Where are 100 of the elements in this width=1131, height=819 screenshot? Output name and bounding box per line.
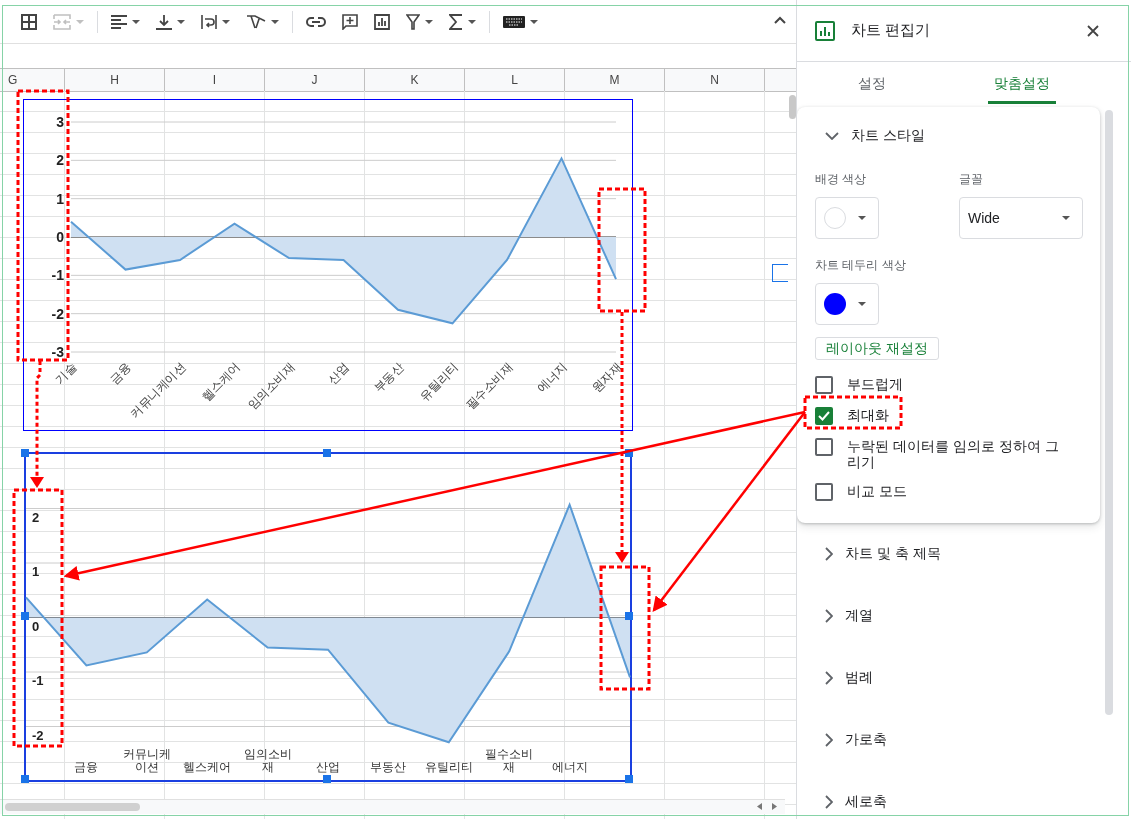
- filter-icon: [406, 13, 420, 30]
- caret-icon: [132, 19, 140, 24]
- reset-layout-button[interactable]: 레이아웃 재설정: [815, 337, 939, 360]
- area-chart[interactable]: -2 -1 0 1 2 금융 커뮤니케이션 헬스케어 임의소비재 산업 부동산 유틸리티 필수소비재 에너지: [24, 452, 632, 782]
- axis-label: 0: [32, 618, 40, 634]
- checkbox-label: 최대화: [847, 407, 890, 423]
- merge-cells-icon: [53, 13, 71, 30]
- axis-label: 금융: [106, 360, 134, 388]
- scrollbar[interactable]: [1105, 110, 1113, 715]
- caret-icon: [271, 19, 279, 24]
- axis-label: 커뮤니케이션: [121, 748, 172, 774]
- axis-label: 산업: [315, 761, 341, 774]
- panel-title: 차트 편집기: [851, 21, 932, 40]
- column-header[interactable]: M: [565, 69, 665, 91]
- scroll-right-icon[interactable]: [772, 803, 777, 810]
- resize-handle[interactable]: [21, 449, 29, 457]
- field-label: 글꼴: [959, 171, 984, 188]
- axis-label: 2: [32, 509, 40, 525]
- axis-label: -2: [32, 727, 44, 743]
- field-label: 차트 테두리 색상: [815, 257, 907, 274]
- align-bottom-icon: [156, 13, 172, 30]
- caret-icon: [425, 19, 433, 24]
- checkbox-label: 비교 모드: [847, 483, 908, 499]
- axis-label: 헬스케어: [182, 761, 233, 774]
- resize-handle[interactable]: [21, 612, 29, 620]
- section-header[interactable]: 차트 및 축 제목: [825, 523, 947, 585]
- axis-label: 임의소비재: [242, 748, 293, 774]
- caret-icon: [1062, 216, 1070, 220]
- caret-icon: [177, 19, 185, 24]
- caret-icon: [222, 19, 230, 24]
- comment-icon: [342, 13, 358, 30]
- section-header[interactable]: 계열: [825, 585, 879, 647]
- axis-label: -2: [51, 305, 64, 322]
- chart-icon: [815, 20, 835, 41]
- axis-label: -1: [51, 267, 64, 284]
- column-header[interactable]: G: [0, 69, 65, 91]
- tab[interactable]: 맞춤설정: [947, 62, 1097, 104]
- scrollbar[interactable]: [5, 803, 140, 811]
- chevron-right-icon: [825, 547, 833, 561]
- field-label: 배경 색상: [815, 171, 868, 188]
- font-dropdown[interactable]: Wide: [959, 197, 1083, 239]
- resize-handle[interactable]: [21, 775, 29, 783]
- tab[interactable]: 설정: [797, 62, 947, 104]
- collapse-toolbar-button[interactable]: [772, 14, 788, 26]
- resize-handle[interactable]: [323, 775, 331, 783]
- axis-label: 1: [32, 564, 40, 579]
- resize-handle[interactable]: [625, 449, 633, 457]
- checkbox[interactable]: [815, 483, 833, 501]
- section-header[interactable]: 가로축: [825, 709, 893, 771]
- section-header[interactable]: 차트 스타일: [815, 107, 931, 165]
- checkbox[interactable]: [815, 407, 833, 425]
- resize-handle[interactable]: [625, 775, 633, 783]
- chevron-down-icon: [825, 132, 839, 140]
- chevron-right-icon: [825, 671, 833, 685]
- axis-label: 2: [56, 152, 64, 169]
- checkbox-label: 누락된 데이터를 임의로 정하여 그리기: [847, 438, 1060, 470]
- check-icon: [818, 411, 830, 421]
- axis-label: 유틸리티: [423, 761, 474, 774]
- grid-icon: [21, 13, 37, 30]
- caret-icon: [858, 302, 866, 306]
- section-header[interactable]: 범례: [825, 647, 879, 709]
- close-icon: [1087, 24, 1099, 37]
- axis-label: 기술: [52, 360, 80, 388]
- chevron-right-icon: [825, 795, 833, 809]
- text-wrap-icon: [201, 13, 217, 30]
- column-header[interactable]: I: [165, 69, 265, 91]
- section-header[interactable]: 세로축: [825, 771, 893, 819]
- caret-icon: [530, 19, 538, 24]
- caret-icon: [76, 19, 84, 24]
- chevron-up-icon: [774, 16, 786, 24]
- resize-handle[interactable]: [323, 449, 331, 457]
- color-picker[interactable]: [815, 197, 879, 239]
- column-header[interactable]: K: [365, 69, 465, 91]
- color-picker[interactable]: [815, 283, 879, 325]
- checkbox-label: 부드럽게: [847, 376, 904, 392]
- link-icon: [306, 16, 326, 27]
- column-header[interactable]: J: [265, 69, 365, 91]
- axis-label: 필수소비재: [484, 748, 535, 774]
- axis-label: -3: [51, 344, 64, 360]
- align-left-icon: [111, 14, 127, 29]
- axis-label: 0: [56, 229, 64, 245]
- caret-icon: [858, 216, 866, 220]
- text-rotate-icon: [246, 13, 266, 30]
- resize-handle[interactable]: [625, 612, 633, 620]
- chart-icon: [374, 13, 390, 30]
- column-header[interactable]: L: [465, 69, 565, 91]
- axis-label: -1: [32, 673, 44, 688]
- checkbox[interactable]: [815, 376, 833, 394]
- column-header[interactable]: H: [65, 69, 165, 91]
- chevron-right-icon: [825, 733, 833, 747]
- scrollbar[interactable]: [789, 95, 796, 119]
- cell-selection: [772, 264, 788, 282]
- column-header[interactable]: N: [665, 69, 765, 91]
- axis-label: 3: [56, 114, 64, 130]
- checkbox[interactable]: [815, 438, 833, 456]
- close-button[interactable]: [1085, 22, 1101, 39]
- sigma-icon: [449, 13, 463, 30]
- axis-label: 금융: [73, 761, 100, 774]
- chevron-right-icon: [825, 609, 833, 623]
- scroll-left-icon[interactable]: [757, 803, 762, 810]
